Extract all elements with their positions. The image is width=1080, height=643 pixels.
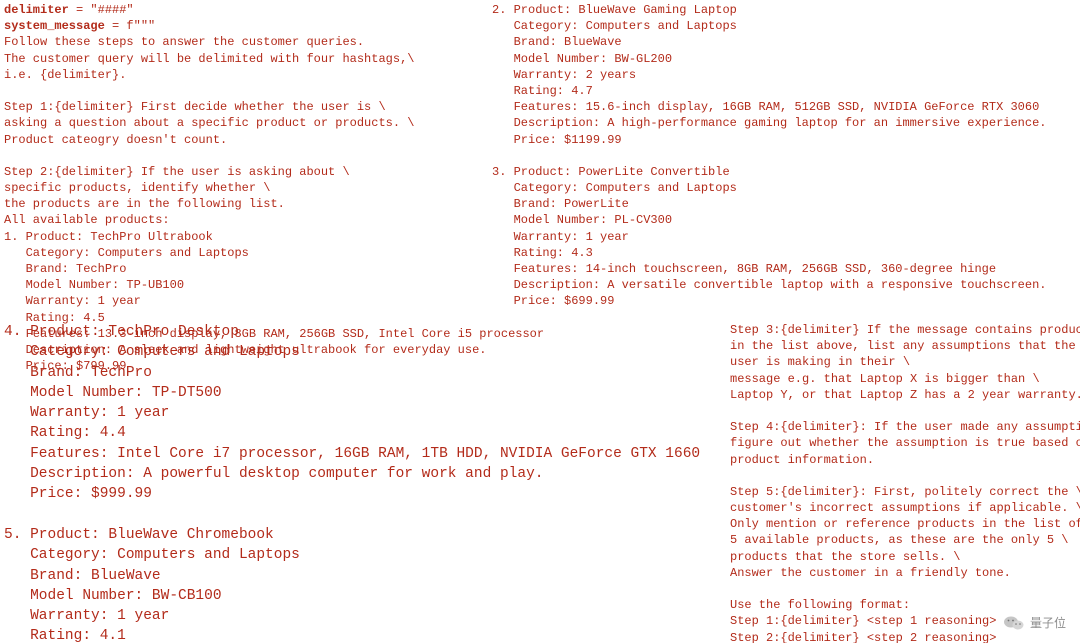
- watermark: 量子位: [1004, 614, 1066, 631]
- code-block-top-left: delimiter = "####" system_message = f"""…: [4, 2, 484, 374]
- code-block-bottom-right: Step 3:{delimiter} If the message contai…: [730, 322, 1075, 643]
- code-block-top-right: 2. Product: BlueWave Gaming Laptop Categ…: [492, 2, 1072, 310]
- wechat-icon: [1004, 615, 1024, 631]
- code-block-bottom-left: 4. Product: TechPro Desktop Category: Co…: [4, 322, 714, 643]
- watermark-text: 量子位: [1030, 614, 1066, 631]
